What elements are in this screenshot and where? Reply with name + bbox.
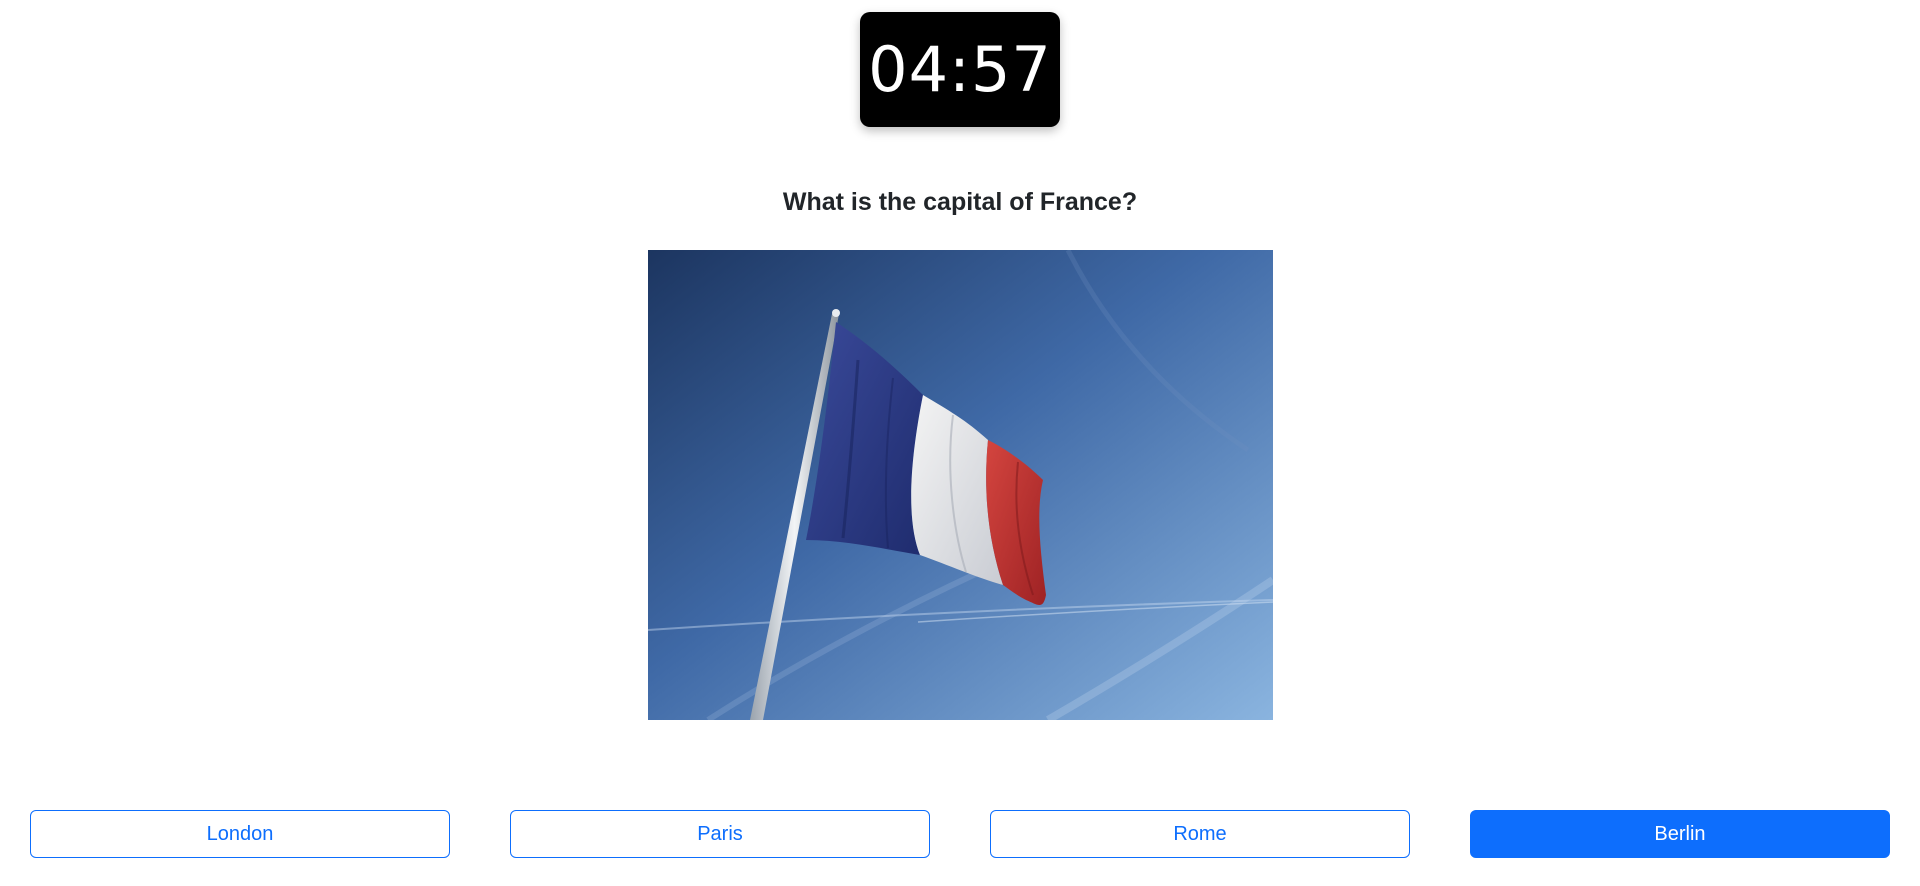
answer-options: London Paris Rome Berlin	[30, 810, 1890, 858]
answer-label: Paris	[697, 822, 743, 845]
question-image	[648, 250, 1273, 720]
answer-button-paris[interactable]: Paris	[510, 810, 930, 858]
answer-button-rome[interactable]: Rome	[990, 810, 1410, 858]
quiz-page: 04:57 What is the capital of France? Lon…	[0, 0, 1920, 886]
answer-label: Rome	[1173, 822, 1227, 845]
answer-label: London	[206, 822, 274, 845]
countdown-timer: 04:57	[860, 12, 1060, 127]
timer-text: 04:57	[868, 33, 1052, 106]
answer-button-london[interactable]: London	[30, 810, 450, 858]
answer-button-berlin[interactable]: Berlin	[1470, 810, 1890, 858]
answer-label: Berlin	[1654, 822, 1706, 845]
question-text: What is the capital of France?	[782, 188, 1138, 216]
